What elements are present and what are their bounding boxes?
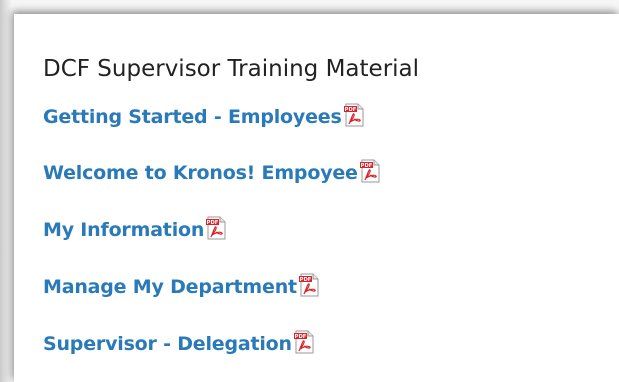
list-item: Welcome to Kronos! Empoyee PDF <box>43 158 381 188</box>
list-item: Getting Started - Employees PDF <box>43 102 365 132</box>
section-title: DCF Supervisor Training Material <box>43 56 420 82</box>
pdf-icon[interactable]: PDF <box>343 103 365 127</box>
doc-link-getting-started[interactable]: Getting Started - Employees <box>43 106 342 128</box>
svg-text:PDF: PDF <box>360 163 372 169</box>
svg-text:PDF: PDF <box>207 220 219 226</box>
doc-link-my-information[interactable]: My Information <box>43 219 204 241</box>
svg-text:PDF: PDF <box>344 107 356 113</box>
list-item: Manage My Department PDF <box>43 272 320 302</box>
doc-link-manage-department[interactable]: Manage My Department <box>43 276 297 298</box>
pdf-icon[interactable]: PDF <box>293 330 315 354</box>
content-panel: DCF Supervisor Training Material Getting… <box>14 14 619 382</box>
pdf-icon[interactable]: PDF <box>205 216 227 240</box>
list-item: Supervisor - Delegation PDF <box>43 329 315 359</box>
page-frame: DCF Supervisor Training Material Getting… <box>0 0 619 382</box>
svg-text:PDF: PDF <box>300 277 312 283</box>
pdf-icon[interactable]: PDF <box>359 159 381 183</box>
doc-link-welcome-kronos[interactable]: Welcome to Kronos! Empoyee <box>43 162 358 184</box>
doc-link-supervisor-delegation[interactable]: Supervisor - Delegation <box>43 333 292 355</box>
pdf-icon[interactable]: PDF <box>298 273 320 297</box>
svg-text:PDF: PDF <box>295 334 307 340</box>
list-item: My Information PDF <box>43 215 227 245</box>
